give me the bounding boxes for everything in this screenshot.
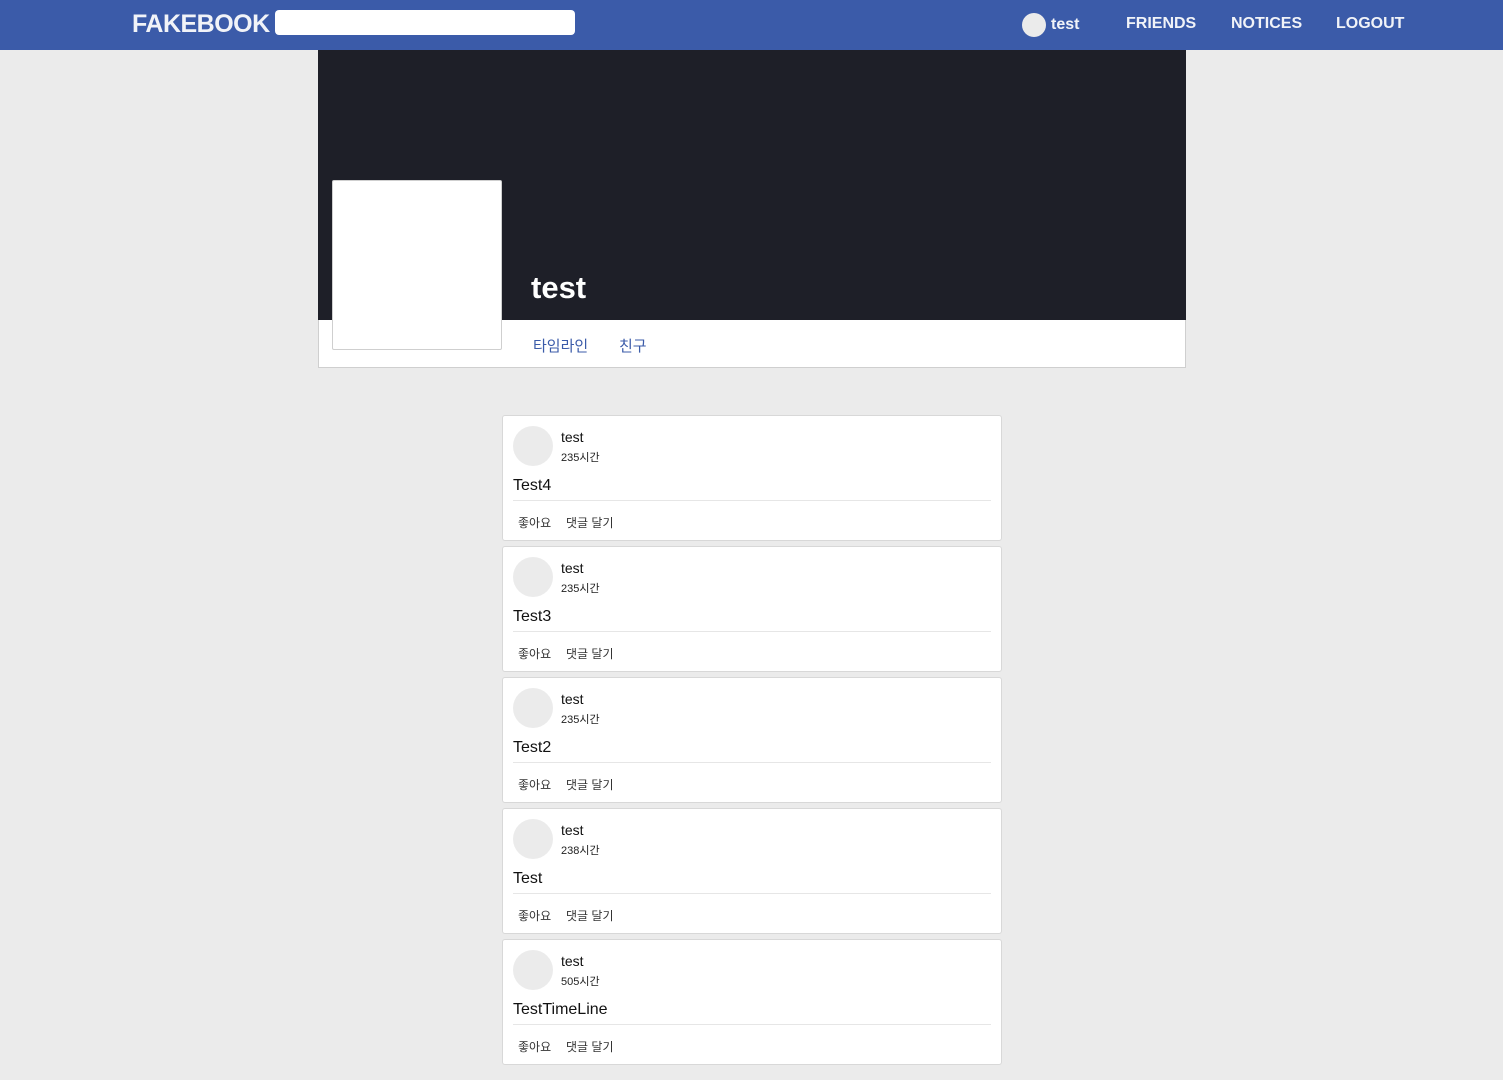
post-author-avatar[interactable] bbox=[513, 426, 553, 466]
like-button[interactable]: 좋아요 bbox=[518, 514, 551, 531]
post-author-avatar[interactable] bbox=[513, 819, 553, 859]
post-author-name[interactable]: test bbox=[561, 429, 584, 445]
tab-friends[interactable]: 친구 bbox=[619, 335, 647, 356]
like-button[interactable]: 좋아요 bbox=[518, 645, 551, 662]
post-author-name[interactable]: test bbox=[561, 822, 584, 838]
post-divider bbox=[513, 631, 991, 632]
tab-timeline[interactable]: 타임라인 bbox=[533, 335, 588, 356]
post-content: Test bbox=[513, 870, 543, 887]
nav-friends-link[interactable]: FRIENDS bbox=[1126, 15, 1196, 33]
comment-button[interactable]: 댓글 달기 bbox=[566, 645, 614, 662]
post-content: Test2 bbox=[513, 739, 552, 756]
like-button[interactable]: 좋아요 bbox=[518, 1038, 551, 1055]
post-divider bbox=[513, 1024, 991, 1025]
brand-logo[interactable]: FAKEBOOK bbox=[132, 10, 270, 39]
post-content: Test3 bbox=[513, 608, 552, 625]
comment-button[interactable]: 댓글 달기 bbox=[566, 1038, 614, 1055]
comment-button[interactable]: 댓글 달기 bbox=[566, 514, 614, 531]
post-author-avatar[interactable] bbox=[513, 557, 553, 597]
post-author-name[interactable]: test bbox=[561, 691, 584, 707]
timeline-feed: test 235시간 Test4 좋아요 댓글 달기 test 235시간 Te… bbox=[502, 415, 1002, 1070]
search-input[interactable] bbox=[275, 10, 575, 35]
post-timestamp: 235시간 bbox=[561, 452, 600, 464]
post-card: test 235시간 Test4 좋아요 댓글 달기 bbox=[502, 415, 1002, 541]
nav-user-profile[interactable]: test bbox=[1022, 13, 1079, 37]
post-timestamp: 235시간 bbox=[561, 714, 600, 726]
nav-avatar bbox=[1022, 13, 1046, 37]
comment-button[interactable]: 댓글 달기 bbox=[566, 907, 614, 924]
nav-logout-link[interactable]: LOGOUT bbox=[1336, 15, 1404, 33]
profile-picture[interactable] bbox=[332, 180, 502, 350]
post-card: test 235시간 Test2 좋아요 댓글 달기 bbox=[502, 677, 1002, 803]
post-card: test 235시간 Test3 좋아요 댓글 달기 bbox=[502, 546, 1002, 672]
post-divider bbox=[513, 893, 991, 894]
post-divider bbox=[513, 762, 991, 763]
profile-name: test bbox=[531, 270, 587, 305]
like-button[interactable]: 좋아요 bbox=[518, 907, 551, 924]
post-timestamp: 235시간 bbox=[561, 583, 600, 595]
post-content: Test4 bbox=[513, 477, 552, 494]
post-content: TestTimeLine bbox=[513, 1001, 608, 1018]
post-author-avatar[interactable] bbox=[513, 950, 553, 990]
top-navbar: FAKEBOOK test FRIENDS NOTICES LOGOUT bbox=[0, 0, 1503, 50]
comment-button[interactable]: 댓글 달기 bbox=[566, 776, 614, 793]
post-author-name[interactable]: test bbox=[561, 560, 584, 576]
post-card: test 505시간 TestTimeLine 좋아요 댓글 달기 bbox=[502, 939, 1002, 1065]
nav-username: test bbox=[1051, 16, 1080, 33]
like-button[interactable]: 좋아요 bbox=[518, 776, 551, 793]
nav-notices-link[interactable]: NOTICES bbox=[1231, 15, 1302, 33]
post-author-avatar[interactable] bbox=[513, 688, 553, 728]
post-card: test 238시간 Test 좋아요 댓글 달기 bbox=[502, 808, 1002, 934]
post-timestamp: 238시간 bbox=[561, 845, 600, 857]
post-divider bbox=[513, 500, 991, 501]
post-timestamp: 505시간 bbox=[561, 976, 600, 988]
post-author-name[interactable]: test bbox=[561, 953, 584, 969]
